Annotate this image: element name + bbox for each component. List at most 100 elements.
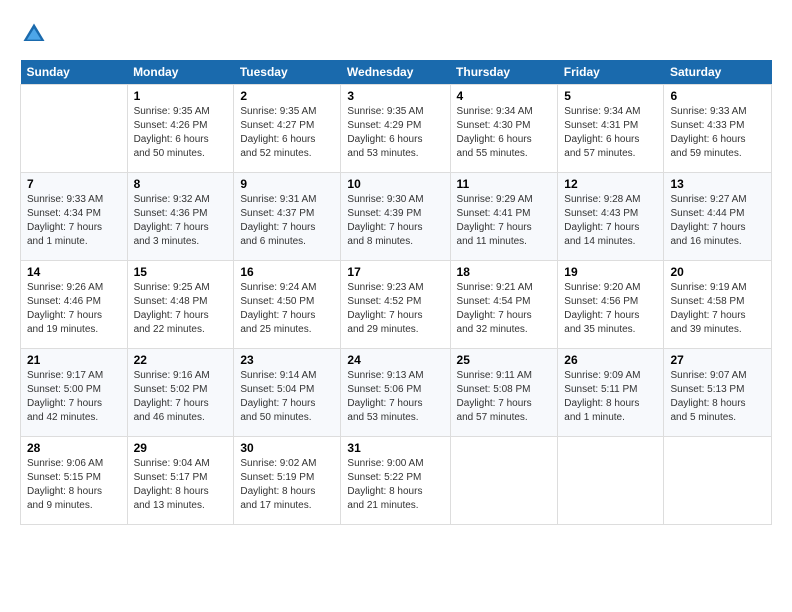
calendar-cell: 1 Sunrise: 9:35 AM Sunset: 4:26 PM Daylig… (127, 85, 234, 173)
header-row: SundayMondayTuesdayWednesdayThursdayFrid… (21, 60, 772, 85)
calendar-cell: 26 Sunrise: 9:09 AM Sunset: 5:11 PM Dayli… (558, 349, 664, 437)
day-info: Sunrise: 9:13 AM Sunset: 5:06 PM Dayligh… (347, 369, 443, 425)
day-number: 12 (564, 177, 657, 191)
week-row-2: 14Sunrise: 9:26 AM Sunset: 4:46 PM Dayli… (21, 261, 772, 349)
day-number: 11 (457, 177, 552, 191)
day-number: 6 (670, 89, 765, 103)
day-number: 23 (240, 353, 334, 367)
calendar-cell: 3Sunrise: 9:35 AM Sunset: 4:29 PM Daylig… (341, 85, 450, 173)
day-info: Sunrise: 9:35 AM Sunset: 4:26 PM Dayligh… (134, 105, 228, 161)
calendar-cell: 24Sunrise: 9:13 AM Sunset: 5:06 PM Dayli… (341, 349, 450, 437)
day-number: 8 (134, 177, 228, 191)
day-info: Sunrise: 9:04 AM Sunset: 5:17 PM Dayligh… (134, 457, 228, 513)
day-info: Sunrise: 9:11 AM Sunset: 5:08 PM Dayligh… (457, 369, 552, 425)
day-number: 13 (670, 177, 765, 191)
day-number: 26 (564, 353, 657, 367)
header (20, 20, 772, 48)
calendar-cell: 20 Sunrise: 9:19 AM Sunset: 4:58 PM Dayli… (664, 261, 772, 349)
calendar-cell: 7 Sunrise: 9:33 AM Sunset: 4:34 PM Daylig… (21, 173, 128, 261)
calendar-cell: 25 Sunrise: 9:11 AM Sunset: 5:08 PM Dayli… (450, 349, 558, 437)
day-info: Sunrise: 9:27 AM Sunset: 4:44 PM Dayligh… (670, 193, 765, 249)
calendar-cell: 12 Sunrise: 9:28 AM Sunset: 4:43 PM Dayli… (558, 173, 664, 261)
calendar-cell (21, 85, 128, 173)
calendar-cell: 28Sunrise: 9:06 AM Sunset: 5:15 PM Dayli… (21, 437, 128, 525)
day-info: Sunrise: 9:00 AM Sunset: 5:22 PM Dayligh… (347, 457, 443, 513)
day-number: 16 (240, 265, 334, 279)
calendar-cell: 29 Sunrise: 9:04 AM Sunset: 5:17 PM Dayli… (127, 437, 234, 525)
calendar-cell: 30 Sunrise: 9:02 AM Sunset: 5:19 PM Dayli… (234, 437, 341, 525)
day-info: Sunrise: 9:33 AM Sunset: 4:33 PM Dayligh… (670, 105, 765, 161)
day-number: 29 (134, 441, 228, 455)
day-number: 25 (457, 353, 552, 367)
calendar-cell: 31 Sunrise: 9:00 AM Sunset: 5:22 PM Dayli… (341, 437, 450, 525)
header-day-wednesday: Wednesday (341, 60, 450, 85)
day-info: Sunrise: 9:14 AM Sunset: 5:04 PM Dayligh… (240, 369, 334, 425)
day-info: Sunrise: 9:34 AM Sunset: 4:30 PM Dayligh… (457, 105, 552, 161)
calendar-cell: 16 Sunrise: 9:24 AM Sunset: 4:50 PM Dayli… (234, 261, 341, 349)
day-info: Sunrise: 9:32 AM Sunset: 4:36 PM Dayligh… (134, 193, 228, 249)
day-info: Sunrise: 9:20 AM Sunset: 4:56 PM Dayligh… (564, 281, 657, 337)
calendar-cell: 18 Sunrise: 9:21 AM Sunset: 4:54 PM Dayli… (450, 261, 558, 349)
day-number: 18 (457, 265, 552, 279)
week-row-4: 28Sunrise: 9:06 AM Sunset: 5:15 PM Dayli… (21, 437, 772, 525)
day-number: 7 (27, 177, 121, 191)
day-number: 22 (134, 353, 228, 367)
calendar-cell: 27Sunrise: 9:07 AM Sunset: 5:13 PM Dayli… (664, 349, 772, 437)
day-info: Sunrise: 9:06 AM Sunset: 5:15 PM Dayligh… (27, 457, 121, 513)
day-number: 31 (347, 441, 443, 455)
calendar-cell: 13 Sunrise: 9:27 AM Sunset: 4:44 PM Dayli… (664, 173, 772, 261)
header-day-friday: Friday (558, 60, 664, 85)
calendar-cell: 17Sunrise: 9:23 AM Sunset: 4:52 PM Dayli… (341, 261, 450, 349)
calendar-cell: 11Sunrise: 9:29 AM Sunset: 4:41 PM Dayli… (450, 173, 558, 261)
day-info: Sunrise: 9:33 AM Sunset: 4:34 PM Dayligh… (27, 193, 121, 249)
day-info: Sunrise: 9:19 AM Sunset: 4:58 PM Dayligh… (670, 281, 765, 337)
page: SundayMondayTuesdayWednesdayThursdayFrid… (0, 0, 792, 545)
day-info: Sunrise: 9:25 AM Sunset: 4:48 PM Dayligh… (134, 281, 228, 337)
day-info: Sunrise: 9:24 AM Sunset: 4:50 PM Dayligh… (240, 281, 334, 337)
day-info: Sunrise: 9:26 AM Sunset: 4:46 PM Dayligh… (27, 281, 121, 337)
day-number: 15 (134, 265, 228, 279)
calendar-cell: 5Sunrise: 9:34 AM Sunset: 4:31 PM Daylig… (558, 85, 664, 173)
calendar-cell: 14Sunrise: 9:26 AM Sunset: 4:46 PM Dayli… (21, 261, 128, 349)
day-info: Sunrise: 9:30 AM Sunset: 4:39 PM Dayligh… (347, 193, 443, 249)
header-day-monday: Monday (127, 60, 234, 85)
day-info: Sunrise: 9:21 AM Sunset: 4:54 PM Dayligh… (457, 281, 552, 337)
day-number: 3 (347, 89, 443, 103)
calendar-cell: 2Sunrise: 9:35 AM Sunset: 4:27 PM Daylig… (234, 85, 341, 173)
day-number: 9 (240, 177, 334, 191)
day-number: 5 (564, 89, 657, 103)
calendar-cell: 6 Sunrise: 9:33 AM Sunset: 4:33 PM Daylig… (664, 85, 772, 173)
calendar-table: SundayMondayTuesdayWednesdayThursdayFrid… (20, 60, 772, 525)
calendar-cell: 23 Sunrise: 9:14 AM Sunset: 5:04 PM Dayli… (234, 349, 341, 437)
calendar-cell: 8 Sunrise: 9:32 AM Sunset: 4:36 PM Daylig… (127, 173, 234, 261)
day-number: 30 (240, 441, 334, 455)
day-info: Sunrise: 9:28 AM Sunset: 4:43 PM Dayligh… (564, 193, 657, 249)
week-row-1: 7 Sunrise: 9:33 AM Sunset: 4:34 PM Daylig… (21, 173, 772, 261)
day-number: 20 (670, 265, 765, 279)
calendar-cell: 15 Sunrise: 9:25 AM Sunset: 4:48 PM Dayli… (127, 261, 234, 349)
day-info: Sunrise: 9:02 AM Sunset: 5:19 PM Dayligh… (240, 457, 334, 513)
calendar-body: 1 Sunrise: 9:35 AM Sunset: 4:26 PM Daylig… (21, 85, 772, 525)
calendar-cell: 22Sunrise: 9:16 AM Sunset: 5:02 PM Dayli… (127, 349, 234, 437)
header-day-saturday: Saturday (664, 60, 772, 85)
calendar-cell (664, 437, 772, 525)
header-day-thursday: Thursday (450, 60, 558, 85)
calendar-cell: 21 Sunrise: 9:17 AM Sunset: 5:00 PM Dayli… (21, 349, 128, 437)
header-day-sunday: Sunday (21, 60, 128, 85)
day-info: Sunrise: 9:23 AM Sunset: 4:52 PM Dayligh… (347, 281, 443, 337)
logo-icon (20, 20, 48, 48)
day-number: 1 (134, 89, 228, 103)
calendar-cell: 19Sunrise: 9:20 AM Sunset: 4:56 PM Dayli… (558, 261, 664, 349)
day-number: 4 (457, 89, 552, 103)
calendar-header: SundayMondayTuesdayWednesdayThursdayFrid… (21, 60, 772, 85)
logo (20, 20, 52, 48)
day-number: 2 (240, 89, 334, 103)
day-info: Sunrise: 9:09 AM Sunset: 5:11 PM Dayligh… (564, 369, 657, 425)
day-number: 21 (27, 353, 121, 367)
header-day-tuesday: Tuesday (234, 60, 341, 85)
calendar-cell: 10Sunrise: 9:30 AM Sunset: 4:39 PM Dayli… (341, 173, 450, 261)
day-info: Sunrise: 9:17 AM Sunset: 5:00 PM Dayligh… (27, 369, 121, 425)
week-row-3: 21 Sunrise: 9:17 AM Sunset: 5:00 PM Dayli… (21, 349, 772, 437)
day-info: Sunrise: 9:07 AM Sunset: 5:13 PM Dayligh… (670, 369, 765, 425)
calendar-cell (450, 437, 558, 525)
